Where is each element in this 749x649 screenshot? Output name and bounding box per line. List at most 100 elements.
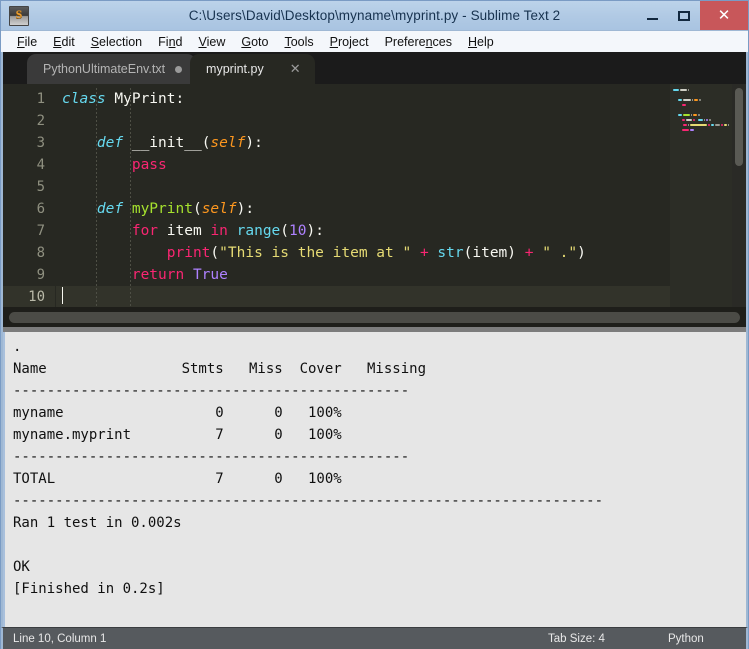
scrollbar-thumb[interactable]	[735, 88, 743, 166]
tab-pythonultimateenv-txt[interactable]: PythonUltimateEnv.txt	[27, 54, 197, 84]
minimap-segment	[693, 119, 695, 121]
minimap-line	[673, 108, 729, 112]
code-token: +	[516, 245, 543, 261]
minimap-segment	[686, 119, 692, 121]
menu-edit[interactable]: Edit	[45, 33, 83, 51]
line-number: 9	[36, 267, 45, 283]
code-token: def	[96, 135, 132, 151]
code-line: print("This is the item at " + str(item)…	[56, 242, 746, 264]
code-token: in	[210, 223, 228, 239]
minimap-line	[673, 88, 729, 92]
minimap-segment	[687, 124, 689, 126]
minimap-line	[673, 98, 729, 102]
minimap-segment	[706, 119, 708, 121]
minimap[interactable]	[670, 84, 732, 307]
console-line: ----------------------------------------…	[13, 493, 604, 509]
console-line: myname.myprint 7 0 100%	[13, 427, 342, 443]
minimap-line	[673, 93, 729, 97]
minimap-segment	[728, 124, 729, 126]
editor-horizontal-scrollbar[interactable]	[3, 307, 746, 327]
menu-file[interactable]: File	[9, 33, 45, 51]
line-number: 5	[36, 179, 45, 195]
code-content[interactable]: class MyPrint: def __init__(self): pass …	[55, 84, 746, 307]
maximize-button[interactable]	[668, 1, 700, 30]
minimap-segment	[673, 104, 681, 106]
minimap-segment	[682, 104, 686, 106]
build-output-console[interactable]: . Name Stmts Miss Cover Missing ----------…	[3, 332, 746, 627]
minimap-segment	[704, 119, 705, 121]
tab-close-icon[interactable]: ✕	[290, 63, 301, 76]
menu-selection[interactable]: Selection	[83, 33, 150, 51]
line-number-gutter: 1 2 3 4 5 6 7 8 9 10	[3, 84, 55, 307]
tab-label: PythonUltimateEnv.txt	[43, 62, 166, 76]
code-editor[interactable]: 1 2 3 4 5 6 7 8 9 10 class MyPrint: def __init__(…	[3, 84, 746, 307]
minimap-segment	[678, 99, 682, 101]
minimap-segment	[673, 99, 677, 101]
minimap-segment	[689, 124, 707, 126]
tab-bar: PythonUltimateEnv.txt myprint.py ✕	[3, 52, 746, 84]
minimap-segment	[682, 124, 687, 126]
line-number: 3	[36, 135, 45, 151]
window-controls: ✕	[636, 1, 748, 30]
code-token: )	[577, 245, 586, 261]
menu-preferences[interactable]: Preferences	[377, 33, 460, 51]
minimize-button[interactable]	[636, 1, 668, 30]
code-token: self	[201, 201, 237, 217]
code-token: True	[192, 267, 228, 283]
tab-size-status[interactable]: Tab Size: 4	[548, 633, 605, 645]
console-line: Ran 1 test in 0.002s	[13, 515, 182, 531]
minimap-segment	[690, 129, 694, 131]
tab-myprint-py[interactable]: myprint.py ✕	[190, 54, 315, 84]
minimap-segment	[698, 119, 703, 121]
console-line: TOTAL 7 0 100%	[13, 471, 342, 487]
editor-vertical-scrollbar[interactable]	[732, 84, 746, 307]
cursor-position-status[interactable]: Line 10, Column 1	[3, 633, 106, 645]
sublime-editor-area: PythonUltimateEnv.txt myprint.py ✕ 1 2 3 4 5…	[1, 52, 748, 627]
code-token: print	[166, 245, 211, 261]
code-token: (item)	[463, 245, 517, 261]
minimap-segment	[691, 114, 692, 116]
close-icon: ✕	[717, 6, 731, 24]
code-token: (	[192, 201, 202, 217]
code-token: "This is the item at "	[219, 245, 412, 261]
line-number: 1	[36, 91, 45, 107]
console-line: Name Stmts Miss Cover Missing	[13, 361, 427, 377]
menu-view[interactable]: View	[190, 33, 233, 51]
line-number: 6	[36, 201, 45, 217]
minimap-segment	[683, 114, 690, 116]
status-bar: Line 10, Column 1 Tab Size: 4 Python	[1, 627, 748, 649]
minimap-segment	[673, 89, 679, 91]
scrollbar-thumb[interactable]	[9, 311, 740, 323]
menu-find[interactable]: Find	[150, 33, 190, 51]
console-line: myname 0 0 100%	[13, 405, 342, 421]
menu-project[interactable]: Project	[322, 33, 377, 51]
code-token: myPrint	[131, 201, 193, 217]
menu-help[interactable]: Help	[460, 33, 502, 51]
menu-goto[interactable]: Goto	[233, 33, 276, 51]
minimap-segment	[699, 99, 701, 101]
menu-bar: File Edit Selection Find View Goto Tools…	[1, 30, 748, 52]
minimap-line	[673, 118, 729, 122]
unsaved-changes-dot-icon	[175, 65, 183, 73]
code-token: :	[175, 91, 185, 107]
maximize-icon	[678, 10, 690, 21]
code-token: ):	[306, 223, 324, 239]
code-token: for	[131, 223, 159, 239]
console-line: [Finished in 0.2s]	[13, 581, 165, 597]
minimap-segment	[714, 124, 720, 126]
minimap-segment	[673, 114, 677, 116]
console-line: ----------------------------------------…	[13, 383, 410, 399]
minimap-segment	[723, 124, 728, 126]
minimap-segment	[688, 89, 689, 91]
minimap-segment	[698, 114, 700, 116]
menu-tools[interactable]: Tools	[276, 33, 321, 51]
close-button[interactable]: ✕	[700, 1, 748, 30]
syntax-mode-status[interactable]: Python	[668, 633, 704, 645]
line-number: 8	[36, 245, 45, 261]
code-token: __init__	[131, 135, 202, 151]
minimap-line	[673, 123, 729, 127]
